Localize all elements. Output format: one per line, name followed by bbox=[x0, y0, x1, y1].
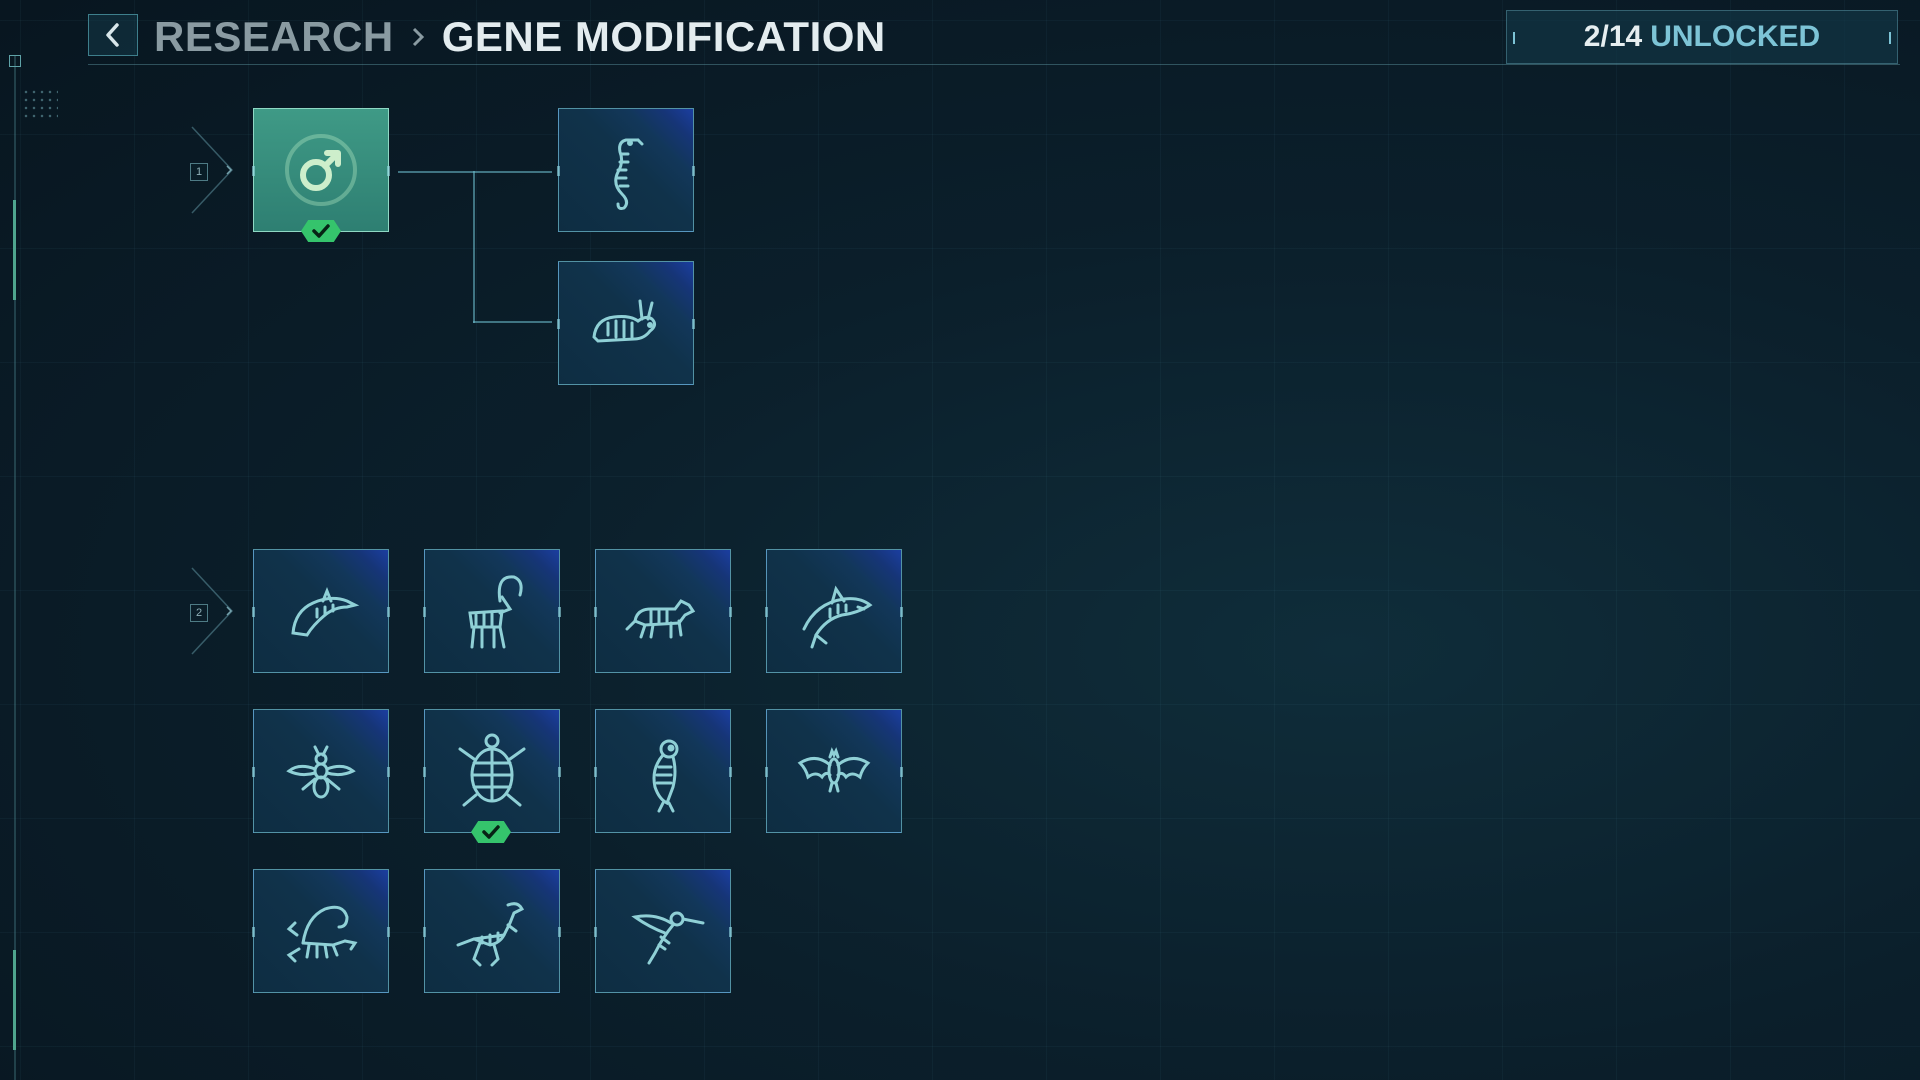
gene-node-velociraptor[interactable] bbox=[423, 869, 561, 993]
gene-node-owl[interactable] bbox=[594, 709, 732, 833]
gene-node-shark[interactable] bbox=[765, 549, 903, 673]
breadcrumb-research[interactable]: RESEARCH bbox=[154, 13, 394, 61]
male-symbol-icon bbox=[285, 134, 357, 206]
seahorse-icon bbox=[614, 138, 644, 210]
tier-marker-2: 2 bbox=[182, 566, 242, 656]
gene-node-scorpion[interactable] bbox=[252, 869, 390, 993]
turtle-icon bbox=[458, 733, 526, 807]
gene-node-dolphin[interactable] bbox=[252, 549, 390, 673]
ibex-icon bbox=[468, 575, 523, 649]
tier-number: 1 bbox=[190, 163, 208, 181]
gene-node-wolf[interactable] bbox=[594, 549, 732, 673]
checkmark-icon bbox=[482, 825, 500, 839]
velociraptor-icon bbox=[456, 902, 525, 967]
gene-node-bat[interactable] bbox=[765, 709, 903, 833]
unlocked-counter: 2/14 UNLOCKED bbox=[1506, 10, 1898, 64]
shark-icon bbox=[802, 585, 873, 649]
gene-node-male-symbol[interactable] bbox=[252, 108, 390, 232]
gene-node-turtle[interactable] bbox=[423, 709, 561, 833]
back-button[interactable] bbox=[88, 14, 138, 56]
tree-connector bbox=[473, 321, 552, 323]
dot-pattern bbox=[22, 88, 58, 120]
unlocked-count: 2/14 bbox=[1583, 20, 1643, 53]
page-title: GENE MODIFICATION bbox=[441, 13, 886, 60]
breadcrumb: RESEARCH GENE MODIFICATION bbox=[154, 12, 886, 62]
unlocked-badge bbox=[471, 821, 511, 843]
checkmark-icon bbox=[312, 224, 330, 238]
rabbit-icon bbox=[592, 299, 657, 343]
bat-icon bbox=[797, 747, 871, 793]
chevron-right-icon bbox=[410, 26, 426, 48]
hummingbird-icon bbox=[631, 911, 705, 965]
tree-connector bbox=[473, 171, 475, 323]
rail-cap bbox=[9, 55, 21, 67]
gene-node-ibex[interactable] bbox=[423, 549, 561, 673]
scorpion-icon bbox=[286, 905, 358, 963]
owl-icon bbox=[652, 739, 679, 813]
counter-tick bbox=[1889, 32, 1891, 44]
gene-node-wasp[interactable] bbox=[252, 709, 390, 833]
left-rail-highlight bbox=[13, 200, 16, 300]
chevron-left-icon bbox=[106, 23, 119, 47]
dolphin-icon bbox=[291, 586, 360, 637]
gene-node-hummingbird[interactable] bbox=[594, 869, 732, 993]
tier-number: 2 bbox=[190, 604, 208, 622]
unlocked-badge bbox=[301, 220, 341, 242]
gene-node-seahorse[interactable] bbox=[557, 108, 695, 232]
header-divider bbox=[88, 64, 1900, 65]
wasp-icon bbox=[286, 745, 356, 799]
tree-connector bbox=[398, 171, 552, 173]
counter-tick bbox=[1513, 32, 1515, 44]
unlocked-label: UNLOCKED bbox=[1650, 20, 1821, 53]
wolf-icon bbox=[625, 599, 696, 639]
gene-node-rabbit[interactable] bbox=[557, 261, 695, 385]
tier-marker-1: 1 bbox=[182, 125, 242, 215]
left-rail-highlight bbox=[13, 950, 16, 1050]
